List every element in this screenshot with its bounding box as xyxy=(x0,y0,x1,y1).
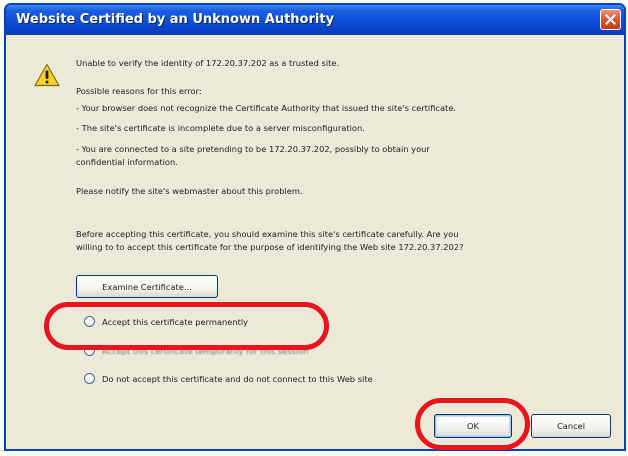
reasons-heading: Possible reasons for this error: xyxy=(76,86,202,96)
close-button[interactable] xyxy=(600,9,621,30)
before-accepting-text: Before accepting this certificate, you s… xyxy=(76,229,459,239)
ok-button[interactable]: OK xyxy=(434,414,512,438)
examine-certificate-button[interactable]: Examine Certificate... xyxy=(76,275,218,298)
radio-button[interactable] xyxy=(84,373,95,384)
reason-line: - Your browser does not recognize the Ce… xyxy=(76,103,457,113)
intro-text: Unable to verify the identity of 172.20.… xyxy=(76,58,340,68)
reason-line: confidential information. xyxy=(76,157,178,167)
radio-label: Do not accept this certificate and do no… xyxy=(102,374,373,384)
notify-text: Please notify the site's webmaster about… xyxy=(76,186,303,196)
warning-icon xyxy=(34,63,60,91)
radio-label: Accept this certificate permanently xyxy=(102,317,249,327)
radio-label: Accept this certificate temporarily for … xyxy=(102,346,309,356)
radio-accept-temporarily[interactable]: Accept this certificate temporarily for … xyxy=(84,344,384,360)
title-bar[interactable]: Website Certified by an Unknown Authorit… xyxy=(6,5,624,35)
close-icon xyxy=(605,14,616,25)
certificate-dialog: Website Certified by an Unknown Authorit… xyxy=(4,3,626,451)
reason-line: - The site's certificate is incomplete d… xyxy=(76,123,365,133)
cancel-button[interactable]: Cancel xyxy=(531,414,611,438)
reason-line: - You are connected to a site pretending… xyxy=(76,144,430,154)
radio-button[interactable] xyxy=(84,345,95,356)
radio-accept-permanently[interactable]: Accept this certificate permanently xyxy=(84,315,304,331)
radio-do-not-accept[interactable]: Do not accept this certificate and do no… xyxy=(84,372,504,388)
before-accepting-text: willing to to accept this certificate fo… xyxy=(76,242,464,252)
dialog-title: Website Certified by an Unknown Authorit… xyxy=(16,12,335,27)
radio-button[interactable] xyxy=(84,316,95,327)
